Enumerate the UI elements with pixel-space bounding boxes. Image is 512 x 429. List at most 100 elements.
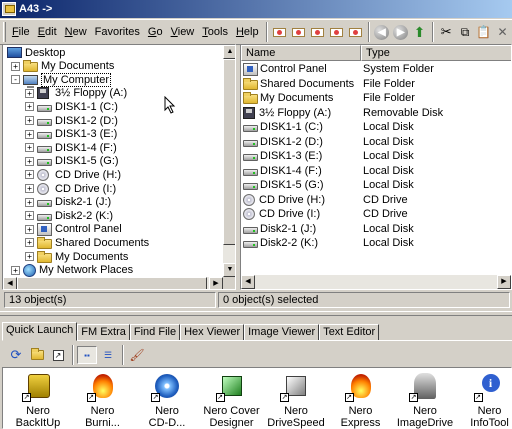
favorite-5-icon[interactable] — [347, 23, 364, 41]
file-row[interactable]: DISK1-1 (C:) Local Disk — [241, 120, 414, 134]
file-row[interactable]: DISK1-3 (E:) Local Disk — [241, 149, 414, 163]
paste-icon[interactable]: 📋 — [475, 23, 492, 41]
launcher-item[interactable]: ↗ Nero Cover Designer — [201, 370, 263, 429]
go-up-icon[interactable]: ↗ — [48, 346, 68, 364]
expand-icon[interactable]: + — [25, 170, 34, 180]
up-icon[interactable]: ⬆ — [411, 23, 428, 41]
scroll-up-button[interactable]: ▲ — [223, 45, 235, 59]
favorite-2-icon[interactable] — [290, 23, 307, 41]
tree-item[interactable]: + DISK1-2 (D:) — [25, 114, 118, 127]
file-row[interactable]: Disk2-1 (J:) Local Disk — [241, 222, 414, 236]
menu-tools[interactable]: Tools — [198, 22, 232, 42]
tree-item[interactable]: - My Computer — [11, 72, 112, 88]
panel-splitter[interactable] — [0, 311, 512, 316]
menu-grip[interactable] — [3, 22, 6, 42]
file-row[interactable]: DISK1-5 (G:) Local Disk — [241, 178, 414, 192]
menu-go[interactable]: Go — [144, 22, 167, 42]
tab-quick-launch[interactable]: Quick Launch — [2, 322, 78, 341]
tree-horizontal-scrollbar[interactable]: ◀ ▶ — [3, 277, 223, 289]
tree-item[interactable]: + Disk2-2 (K:) — [25, 209, 113, 222]
delete-icon[interactable]: ✕ — [494, 23, 511, 41]
tree-item[interactable]: + My Documents — [11, 60, 114, 73]
launcher-item[interactable]: ↗ Nero BackItUp — [7, 370, 69, 429]
list-view-icon[interactable]: ☰ — [98, 346, 118, 364]
expand-icon[interactable]: + — [25, 252, 34, 261]
tab-hex-viewer[interactable]: Hex Viewer — [180, 324, 245, 341]
large-icons-view-icon[interactable]: ▪▪ — [77, 346, 97, 364]
expand-icon[interactable]: + — [25, 102, 34, 112]
expand-icon[interactable]: + — [25, 156, 34, 166]
file-row[interactable]: Disk2-2 (K:) Local Disk — [241, 236, 414, 250]
folder-open-icon[interactable] — [27, 346, 47, 364]
menu-view[interactable]: View — [167, 22, 199, 42]
menu-help[interactable]: Help — [232, 22, 263, 42]
menu-edit[interactable]: Edit — [34, 22, 61, 42]
expand-icon[interactable]: + — [25, 143, 34, 153]
menu-favorites[interactable]: Favorites — [91, 22, 144, 42]
back-icon[interactable]: ◀ — [374, 23, 391, 41]
forward-icon[interactable]: ▶ — [392, 23, 409, 41]
tree-item[interactable]: + DISK1-4 (F:) — [25, 141, 117, 154]
file-row[interactable]: CD Drive (I:) CD Drive — [241, 207, 408, 221]
menu-file[interactable]: File — [8, 22, 34, 42]
title-bar[interactable]: A43 -> — [0, 0, 512, 18]
file-row[interactable]: Shared Documents File Folder — [241, 77, 415, 91]
favorite-4-icon[interactable] — [328, 23, 345, 41]
file-row[interactable]: DISK1-2 (D:) Local Disk — [241, 135, 414, 149]
expand-icon[interactable]: + — [25, 197, 34, 207]
scroll-left-button[interactable]: ◀ — [241, 275, 255, 289]
scroll-left-button[interactable]: ◀ — [3, 277, 17, 289]
launcher-item[interactable]: ↗ Nero Burni... — [72, 370, 134, 429]
cut-icon[interactable]: ✂ — [438, 23, 455, 41]
tree-item[interactable]: + CD Drive (I:) — [25, 182, 116, 195]
tab-find-file[interactable]: Find File — [129, 324, 181, 341]
file-list[interactable]: Name Type Control Panel System Folder Shar… — [240, 44, 512, 290]
scroll-thumb[interactable] — [17, 277, 207, 289]
tree-item[interactable]: + My Documents — [25, 250, 128, 263]
file-row[interactable]: Control Panel System Folder — [241, 62, 434, 76]
expand-icon[interactable]: + — [25, 211, 34, 221]
file-row[interactable]: DISK1-4 (F:) Local Disk — [241, 164, 414, 178]
expand-icon[interactable]: + — [25, 224, 34, 234]
scroll-right-button[interactable]: ▶ — [497, 275, 511, 289]
customize-icon[interactable]: 🖌 — [127, 346, 147, 364]
tab-fm-extra[interactable]: FM Extra — [77, 324, 130, 341]
scroll-down-button[interactable]: ▼ — [223, 263, 235, 277]
collapse-icon[interactable]: - — [11, 75, 20, 85]
expand-icon[interactable]: + — [11, 61, 20, 71]
file-row[interactable]: My Documents File Folder — [241, 91, 415, 105]
tab-text-editor[interactable]: Text Editor — [319, 324, 380, 341]
tree-item[interactable]: + Disk2-1 (J:) — [25, 196, 111, 209]
column-header-type[interactable]: Type — [361, 45, 511, 61]
tree-item[interactable]: + DISK1-3 (E:) — [25, 128, 117, 141]
folder-tree[interactable]: Desktop + My Documents - My Computer +3½ Flop… — [2, 44, 236, 290]
tree-item[interactable]: + CD Drive (H:) — [25, 168, 121, 181]
launcher-item[interactable]: ↗ Nero ImageDrive — [394, 370, 456, 429]
file-row[interactable]: 3½ Floppy (A:) Removable Disk — [241, 106, 443, 120]
expand-icon[interactable]: + — [25, 238, 34, 248]
tree-vertical-scrollbar[interactable]: ▲ ▼ — [223, 45, 235, 277]
tree-item[interactable]: + My Network Places — [11, 263, 133, 277]
expand-icon[interactable]: + — [25, 184, 34, 193]
tree-item[interactable]: +3½ Floppy (A:) — [25, 87, 127, 100]
scroll-thumb[interactable] — [223, 59, 235, 245]
tree-item[interactable]: + DISK1-1 (C:) — [25, 100, 118, 113]
expand-icon[interactable]: + — [11, 265, 20, 275]
tree-item[interactable]: Desktop — [7, 46, 65, 59]
tree-item[interactable]: + Shared Documents — [25, 236, 149, 249]
file-row[interactable]: CD Drive (H:) CD Drive — [241, 193, 408, 207]
expand-icon[interactable]: + — [25, 88, 34, 98]
copy-icon[interactable]: ⧉ — [457, 23, 474, 41]
favorite-1-icon[interactable] — [272, 23, 289, 41]
launcher-item[interactable]: i ↗ Nero InfoTool — [459, 370, 512, 429]
list-horizontal-scrollbar[interactable]: ◀ ▶ — [241, 275, 511, 289]
tree-item[interactable]: + DISK1-5 (G:) — [25, 155, 119, 168]
tab-image-viewer[interactable]: Image Viewer — [244, 324, 320, 341]
launcher-item[interactable]: ↗ Nero DriveSpeed — [265, 370, 327, 429]
launcher-item[interactable]: ↗ Nero Express — [330, 370, 392, 429]
column-header-name[interactable]: Name — [241, 45, 361, 61]
favorite-3-icon[interactable] — [309, 23, 326, 41]
expand-icon[interactable]: + — [25, 116, 34, 125]
expand-icon[interactable]: + — [25, 129, 34, 139]
refresh-icon[interactable]: ⟳ — [6, 346, 26, 364]
